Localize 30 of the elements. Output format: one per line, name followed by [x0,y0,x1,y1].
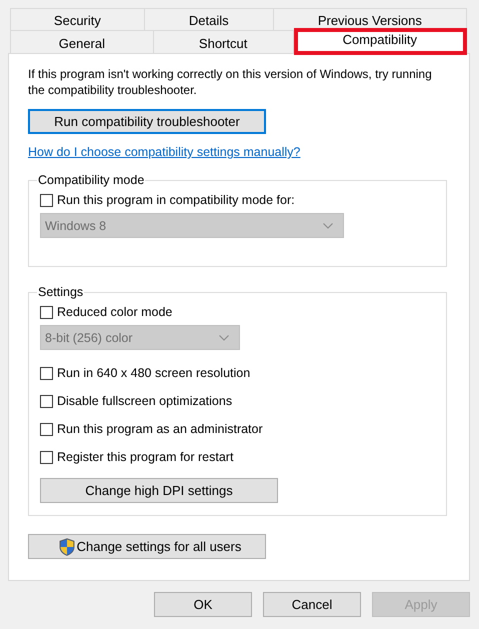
shield-icon [58,538,75,556]
tab[interactable]: Previous Versions [274,8,467,30]
help-link[interactable]: How do I choose compatibility settings manually? [28,145,300,159]
tab[interactable]: Security [10,8,145,30]
tab[interactable]: Details [144,8,274,30]
checkbox-label[interactable]: Disable fullscreen optimizations [57,394,232,408]
description-text: If this program isn't working correctly on this version of Windows, try running the compatibility troubleshooter. [28,66,433,98]
checkbox-label[interactable]: Run this program in compatibility mode for: [57,193,295,207]
tab[interactable]: Shortcut [154,30,294,53]
checkbox[interactable] [40,422,53,436]
checkbox[interactable] [40,450,53,464]
tab[interactable]: General [10,30,154,53]
checkbox-label[interactable]: Register this program for restart [57,450,234,464]
dpi-settings-button[interactable]: Change high DPI settings [40,478,278,503]
checkbox[interactable] [40,394,53,408]
tab[interactable]: Compatibility [294,28,468,55]
chevron-down-icon [323,222,333,228]
group-title: Settings [37,285,84,299]
chevron-down-icon [219,334,229,340]
all-users-button[interactable]: Change settings for all users [28,534,266,559]
group-title: Compatibility mode [37,173,146,187]
troubleshooter-button[interactable]: Run compatibility troubleshooter [28,109,266,134]
checkbox-label[interactable]: Run in 640 x 480 screen resolution [57,366,250,380]
checkbox[interactable] [40,366,53,380]
checkbox-label[interactable]: Run this program as an administrator [57,422,263,436]
checkbox[interactable] [40,306,53,318]
checkbox-label[interactable]: Reduced color mode [57,305,172,319]
checkbox[interactable] [40,194,53,206]
dialog-button[interactable]: Cancel [263,592,361,617]
dialog-button[interactable]: OK [154,592,252,617]
